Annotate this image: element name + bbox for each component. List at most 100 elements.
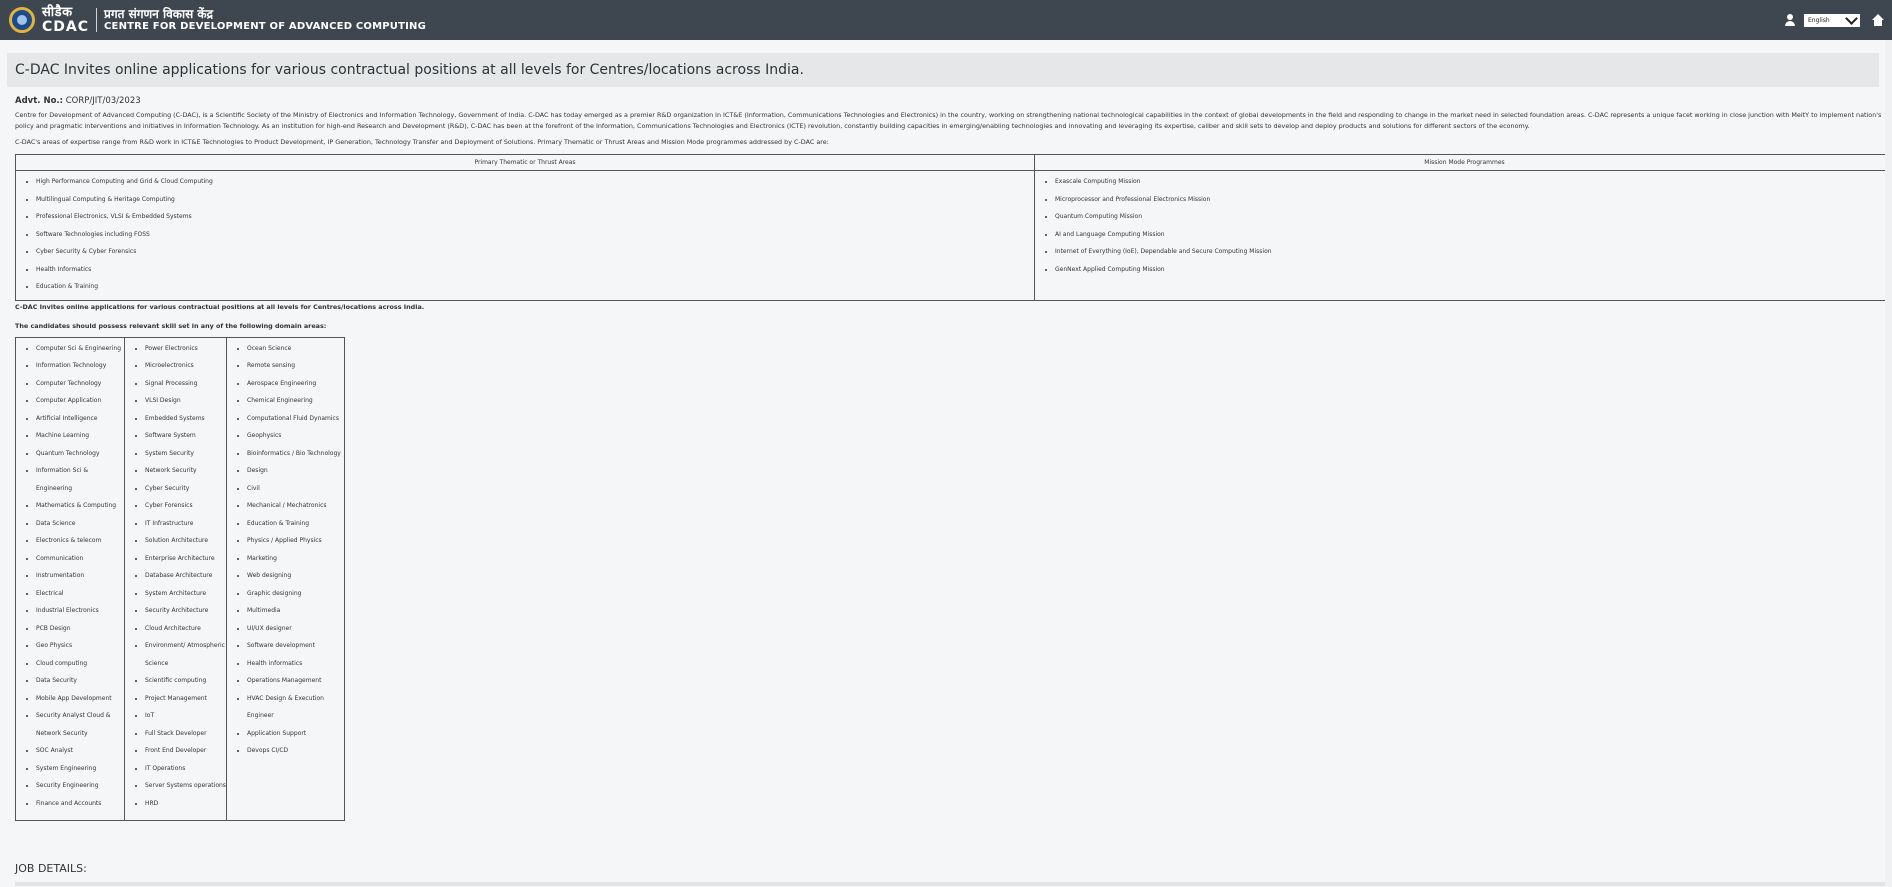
mission-mode-header: Mission Mode Programmes bbox=[1034, 154, 1892, 171]
list-item: Design bbox=[247, 462, 344, 480]
main-content: Advt. No.: CORP/JIT/03/2023 Centre for D… bbox=[15, 96, 1892, 821]
list-item: Education & Training bbox=[36, 278, 1034, 296]
list-item: Information Sci & Engineering bbox=[36, 462, 124, 497]
list-item: Security Analyst Cloud & Network Securit… bbox=[36, 707, 124, 742]
list-item: AI and Language Computing Mission bbox=[1055, 226, 1892, 244]
list-item: Geo Physics bbox=[36, 637, 124, 655]
list-item: Server Systems operations bbox=[145, 777, 226, 795]
list-item: Electronics & telecom bbox=[36, 532, 124, 550]
list-item: Instrumentation bbox=[36, 567, 124, 585]
list-item: Application Support bbox=[247, 725, 344, 743]
skill-note: The candidates should possess relevant s… bbox=[15, 321, 327, 330]
list-item: HVAC Design & Execution Engineer bbox=[247, 690, 344, 725]
list-item: Software Technologies including FOSS bbox=[36, 226, 1034, 244]
list-item: Cloud computing bbox=[36, 655, 124, 673]
list-item: Multilingual Computing & Heritage Comput… bbox=[36, 191, 1034, 209]
list-item: Security Architecture bbox=[145, 602, 226, 620]
org-name-hindi: प्रगत संगणन विकास केंद्र bbox=[104, 6, 213, 21]
list-item: Network Security bbox=[145, 462, 226, 480]
domain-list-2: Power ElectronicsMicroelectronicsSignal … bbox=[125, 338, 226, 821]
list-item: Embedded Systems bbox=[145, 410, 226, 428]
list-item: Internet of Everything (IoE), Dependable… bbox=[1055, 243, 1892, 261]
list-item: System Security bbox=[145, 445, 226, 463]
list-item: Operations Management bbox=[247, 672, 344, 690]
job-details-heading: JOB DETAILS: bbox=[15, 862, 87, 875]
list-item: Computer Application bbox=[36, 392, 124, 410]
page-scrollbar[interactable] bbox=[1885, 40, 1892, 887]
list-item: Scientific computing bbox=[145, 672, 226, 690]
list-item: Exascale Computing Mission bbox=[1055, 173, 1892, 191]
list-item: Full Stack Developer bbox=[145, 725, 226, 743]
cdac-logo[interactable]: सीडैक CDAC प्रगत संगणन विकास केंद्र CENT… bbox=[9, 6, 426, 34]
thrust-areas-table: Primary Thematic or Thrust Areas Mission… bbox=[15, 154, 1892, 301]
list-item: GenNext Applied Computing Mission bbox=[1055, 261, 1892, 279]
chevron-down-icon bbox=[1845, 11, 1858, 25]
list-item: UI/UX designer bbox=[247, 620, 344, 638]
list-item: Information Technology bbox=[36, 357, 124, 375]
list-item: Enterprise Architecture bbox=[145, 550, 226, 568]
list-item: PCB Design bbox=[36, 620, 124, 638]
list-item: Solution Architecture bbox=[145, 532, 226, 550]
list-item: Web designing bbox=[247, 567, 344, 585]
list-item: SOC Analyst bbox=[36, 742, 124, 760]
list-item: Geophysics bbox=[247, 427, 344, 445]
domain-list-1: Computer Sci & EngineeringInformation Te… bbox=[16, 338, 124, 821]
list-item: Health Informatics bbox=[36, 261, 1034, 279]
list-item: HRD bbox=[145, 795, 226, 813]
list-item: Education & Training bbox=[247, 515, 344, 533]
list-item: IT Operations bbox=[145, 760, 226, 778]
home-icon[interactable] bbox=[1872, 14, 1884, 26]
list-item: Signal Processing bbox=[145, 375, 226, 393]
list-item: Physics / Applied Physics bbox=[247, 532, 344, 550]
list-item: Electrical bbox=[36, 585, 124, 603]
list-item: Marketing bbox=[247, 550, 344, 568]
page-body: C-DAC Invites online applications for va… bbox=[0, 40, 1892, 887]
list-item: Industrial Electronics bbox=[36, 602, 124, 620]
list-item: Data Science bbox=[36, 515, 124, 533]
domain-areas-table: Computer Sci & EngineeringInformation Te… bbox=[15, 336, 345, 822]
list-item: Multimedia bbox=[247, 602, 344, 620]
advt-label: Advt. No.: bbox=[15, 96, 64, 106]
list-item: Aerospace Engineering bbox=[247, 375, 344, 393]
list-item: IT Infrastructure bbox=[145, 515, 226, 533]
list-item: Computer Technology bbox=[36, 375, 124, 393]
user-icon[interactable] bbox=[1784, 14, 1796, 26]
list-item: Mathematics & Computing bbox=[36, 497, 124, 515]
list-item: Quantum Technology bbox=[36, 445, 124, 463]
list-item: Power Electronics bbox=[145, 340, 226, 358]
list-item: Cyber Security bbox=[145, 480, 226, 498]
list-item: Cyber Forensics bbox=[145, 497, 226, 515]
header-tools: English bbox=[1784, 0, 1884, 40]
list-item: Microprocessor and Professional Electron… bbox=[1055, 191, 1892, 209]
list-item: Civil bbox=[247, 480, 344, 498]
invite-note: C-DAC Invites online applications for va… bbox=[15, 302, 425, 311]
list-item: VLSI Design bbox=[145, 392, 226, 410]
language-select[interactable]: English bbox=[1804, 11, 1860, 27]
list-item: Communication bbox=[36, 550, 124, 568]
org-name-english: CENTRE FOR DEVELOPMENT OF ADVANCED COMPU… bbox=[104, 21, 427, 33]
list-item: Microelectronics bbox=[145, 357, 226, 375]
domain-list-3: Ocean ScienceRemote sensingAerospace Eng… bbox=[227, 338, 344, 768]
list-item: Front End Developer bbox=[145, 742, 226, 760]
brand-latin: CDAC bbox=[42, 19, 90, 35]
language-select-value: English bbox=[1808, 16, 1830, 24]
list-item: Chemical Engineering bbox=[247, 392, 344, 410]
list-item: Computer Sci & Engineering bbox=[36, 340, 124, 358]
list-item: Project Management bbox=[145, 690, 226, 708]
list-item: Security Engineering bbox=[36, 777, 124, 795]
list-item: System Architecture bbox=[145, 585, 226, 603]
list-item: Quantum Computing Mission bbox=[1055, 208, 1892, 226]
list-item: Finance and Accounts bbox=[36, 795, 124, 813]
list-item: Devops CI/CD bbox=[247, 742, 344, 760]
brand-hindi: सीडैक bbox=[42, 5, 73, 20]
list-item: System Engineering bbox=[36, 760, 124, 778]
list-item: Cloud Architecture bbox=[145, 620, 226, 638]
list-item: Software System bbox=[145, 427, 226, 445]
list-item: Computational Fluid Dynamics bbox=[247, 410, 344, 428]
list-item: Bioinformatics / Bio Technology bbox=[247, 445, 344, 463]
list-item: Graphic designing bbox=[247, 585, 344, 603]
list-item: Health informatics bbox=[247, 655, 344, 673]
list-item: Environment/ Atmospheric Science bbox=[145, 637, 226, 672]
list-item: Software development bbox=[247, 637, 344, 655]
header-divider bbox=[96, 8, 98, 32]
